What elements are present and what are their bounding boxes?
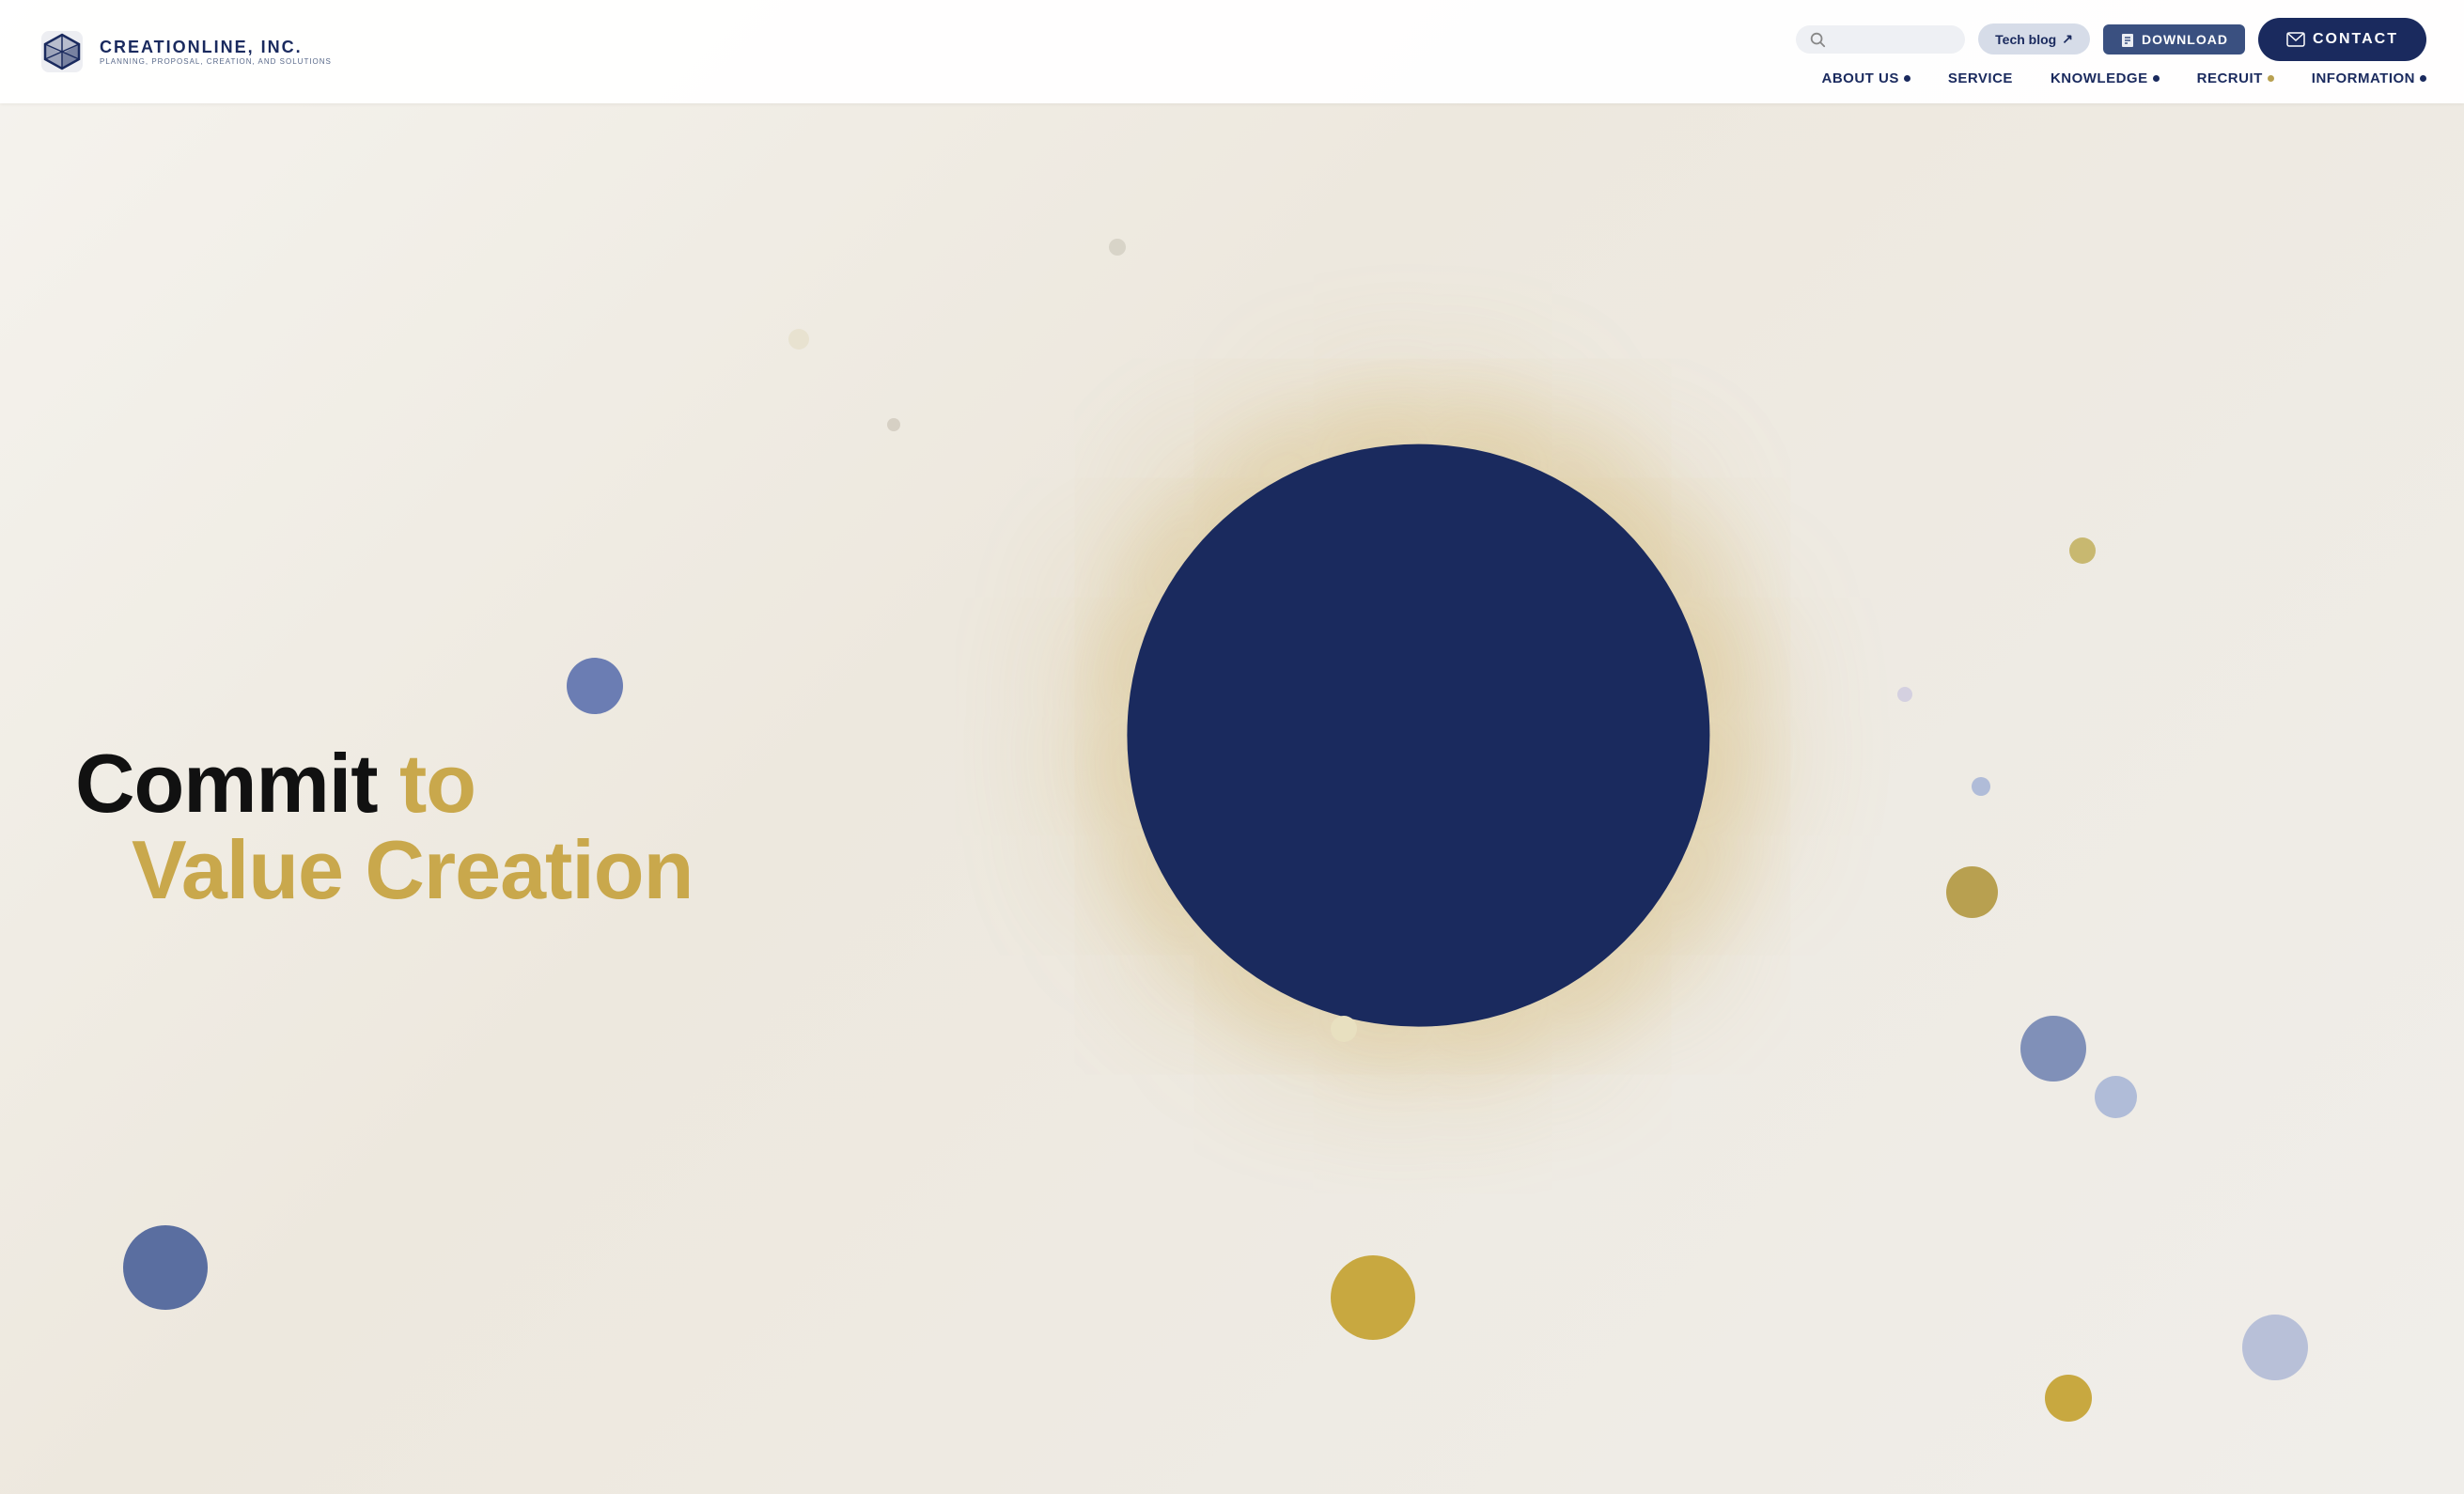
- nav-information-dot: [2420, 75, 2426, 82]
- deco-dot-10: [2095, 1076, 2137, 1118]
- deco-dot-13: [2242, 1315, 2308, 1380]
- deco-dot-5: [1946, 866, 1998, 918]
- logo-icon: [38, 27, 86, 76]
- deco-dot-1: [788, 329, 809, 350]
- nav-information-label: INFORMATION: [2312, 70, 2415, 86]
- header-right: Tech blog ↗ DOWNLOAD CONTACT: [1796, 18, 2426, 86]
- main-nav: ABOUT US SERVICE KNOWLEDGE RECRUIT INFOR…: [1822, 70, 2427, 86]
- nav-information[interactable]: INFORMATION: [2312, 70, 2426, 86]
- search-bar[interactable]: [1796, 25, 1965, 54]
- deco-dot-8: [2069, 537, 2096, 564]
- top-bar: Tech blog ↗ DOWNLOAD CONTACT: [1796, 18, 2426, 61]
- search-icon: [1809, 31, 1826, 48]
- mail-icon: [2286, 32, 2305, 47]
- hero-title-line1: Commit to: [75, 740, 693, 827]
- hero-section: Commit to Value Creation: [0, 0, 2464, 1494]
- nav-service[interactable]: SERVICE: [1948, 70, 2013, 86]
- deco-dot-2: [887, 418, 900, 431]
- tech-blog-arrow-icon: ↗: [2062, 31, 2073, 47]
- header: CREATIONLINE, INC. PLANNING, PROPOSAL, C…: [0, 0, 2464, 103]
- download-button[interactable]: DOWNLOAD: [2103, 24, 2245, 54]
- nav-knowledge[interactable]: KNOWLEDGE: [2051, 70, 2160, 86]
- logo-name: CREATIONLINE, INC.: [100, 38, 332, 57]
- nav-recruit[interactable]: RECRUIT: [2197, 70, 2274, 86]
- nav-knowledge-label: KNOWLEDGE: [2051, 70, 2148, 86]
- tech-blog-button[interactable]: Tech blog ↗: [1978, 23, 2090, 54]
- hero-value-creation-highlight: Value Creation: [132, 823, 693, 916]
- hero-to-highlight: to: [399, 737, 476, 830]
- nav-service-label: SERVICE: [1948, 70, 2013, 86]
- nav-recruit-label: RECRUIT: [2197, 70, 2263, 86]
- nav-about-us-label: ABOUT US: [1822, 70, 1899, 86]
- tech-blog-label: Tech blog: [1995, 32, 2056, 47]
- download-icon: [2120, 32, 2135, 47]
- deco-dot-12: [1109, 239, 1126, 256]
- download-label: DOWNLOAD: [2142, 32, 2228, 47]
- deco-dot-11: [1331, 1255, 1415, 1340]
- contact-label: CONTACT: [2313, 31, 2398, 48]
- contact-button[interactable]: CONTACT: [2258, 18, 2426, 61]
- nav-recruit-dot: [2268, 75, 2274, 82]
- nav-about-us[interactable]: ABOUT US: [1822, 70, 1910, 86]
- deco-dot-7: [1897, 687, 1912, 702]
- nav-about-us-dot: [1904, 75, 1910, 82]
- deco-dot-4: [1331, 1016, 1357, 1042]
- deco-dot-14: [2045, 1375, 2092, 1422]
- logo-area[interactable]: CREATIONLINE, INC. PLANNING, PROPOSAL, C…: [38, 27, 332, 76]
- hero-title-line2: Value Creation: [75, 827, 693, 913]
- deco-dot-3: [123, 1225, 208, 1310]
- logo-text-block: CREATIONLINE, INC. PLANNING, PROPOSAL, C…: [100, 38, 332, 66]
- deco-dot-9: [1972, 777, 1990, 796]
- search-input[interactable]: [1833, 32, 1952, 46]
- deco-dot-6: [2020, 1016, 2086, 1082]
- hero-content: Commit to Value Creation: [0, 684, 693, 914]
- logo-tagline: PLANNING, PROPOSAL, CREATION, AND SOLUTI…: [100, 57, 332, 66]
- hero-big-circle: [1127, 444, 1709, 1027]
- nav-knowledge-dot: [2153, 75, 2160, 82]
